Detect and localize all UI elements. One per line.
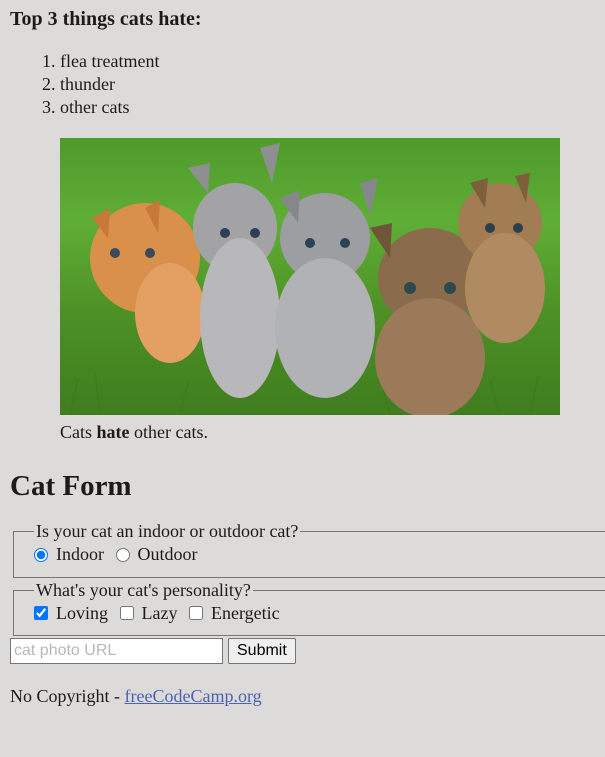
kitten-figure: Cats hate other cats. [60, 138, 605, 443]
lazy-option[interactable]: Lazy [119, 603, 177, 624]
list-item: thunder [60, 73, 605, 96]
outdoor-option[interactable]: Outdoor [115, 544, 198, 565]
lazy-checkbox[interactable] [119, 606, 134, 620]
submit-button[interactable]: Submit [228, 638, 296, 664]
list-item: other cats [60, 96, 605, 119]
figure-caption: Cats hate other cats. [60, 422, 208, 442]
hate-list: flea treatment thunder other cats [10, 50, 605, 119]
indoor-option[interactable]: Indoor [34, 544, 104, 565]
personality-fieldset: What's your cat's personality? Loving La… [13, 579, 605, 636]
cat-photo-url-input[interactable] [10, 638, 223, 664]
energetic-checkbox[interactable] [188, 606, 203, 620]
list-heading: Top 3 things cats hate: [10, 8, 202, 30]
loving-option[interactable]: Loving [34, 603, 108, 624]
cat-form: Is your cat an indoor or outdoor cat? In… [10, 521, 605, 664]
form-title: Cat Form [10, 470, 132, 502]
page: Top 3 things cats hate: flea treatment t… [0, 0, 605, 707]
personality-legend: What's your cat's personality? [36, 579, 251, 600]
list-item: flea treatment [60, 50, 605, 73]
location-legend: Is your cat an indoor or outdoor cat? [36, 521, 299, 541]
outdoor-radio[interactable] [115, 547, 130, 562]
footer: No Copyright - freeCodeCamp.org [10, 686, 262, 706]
freecodecamp-link[interactable]: freeCodeCamp.org [125, 686, 262, 706]
url-row: Submit [10, 638, 605, 664]
indoor-radio[interactable] [34, 547, 48, 562]
location-fieldset: Is your cat an indoor or outdoor cat? In… [13, 521, 605, 578]
loving-checkbox[interactable] [34, 606, 48, 620]
kittens-photo [60, 138, 560, 415]
energetic-option[interactable]: Energetic [188, 603, 280, 624]
